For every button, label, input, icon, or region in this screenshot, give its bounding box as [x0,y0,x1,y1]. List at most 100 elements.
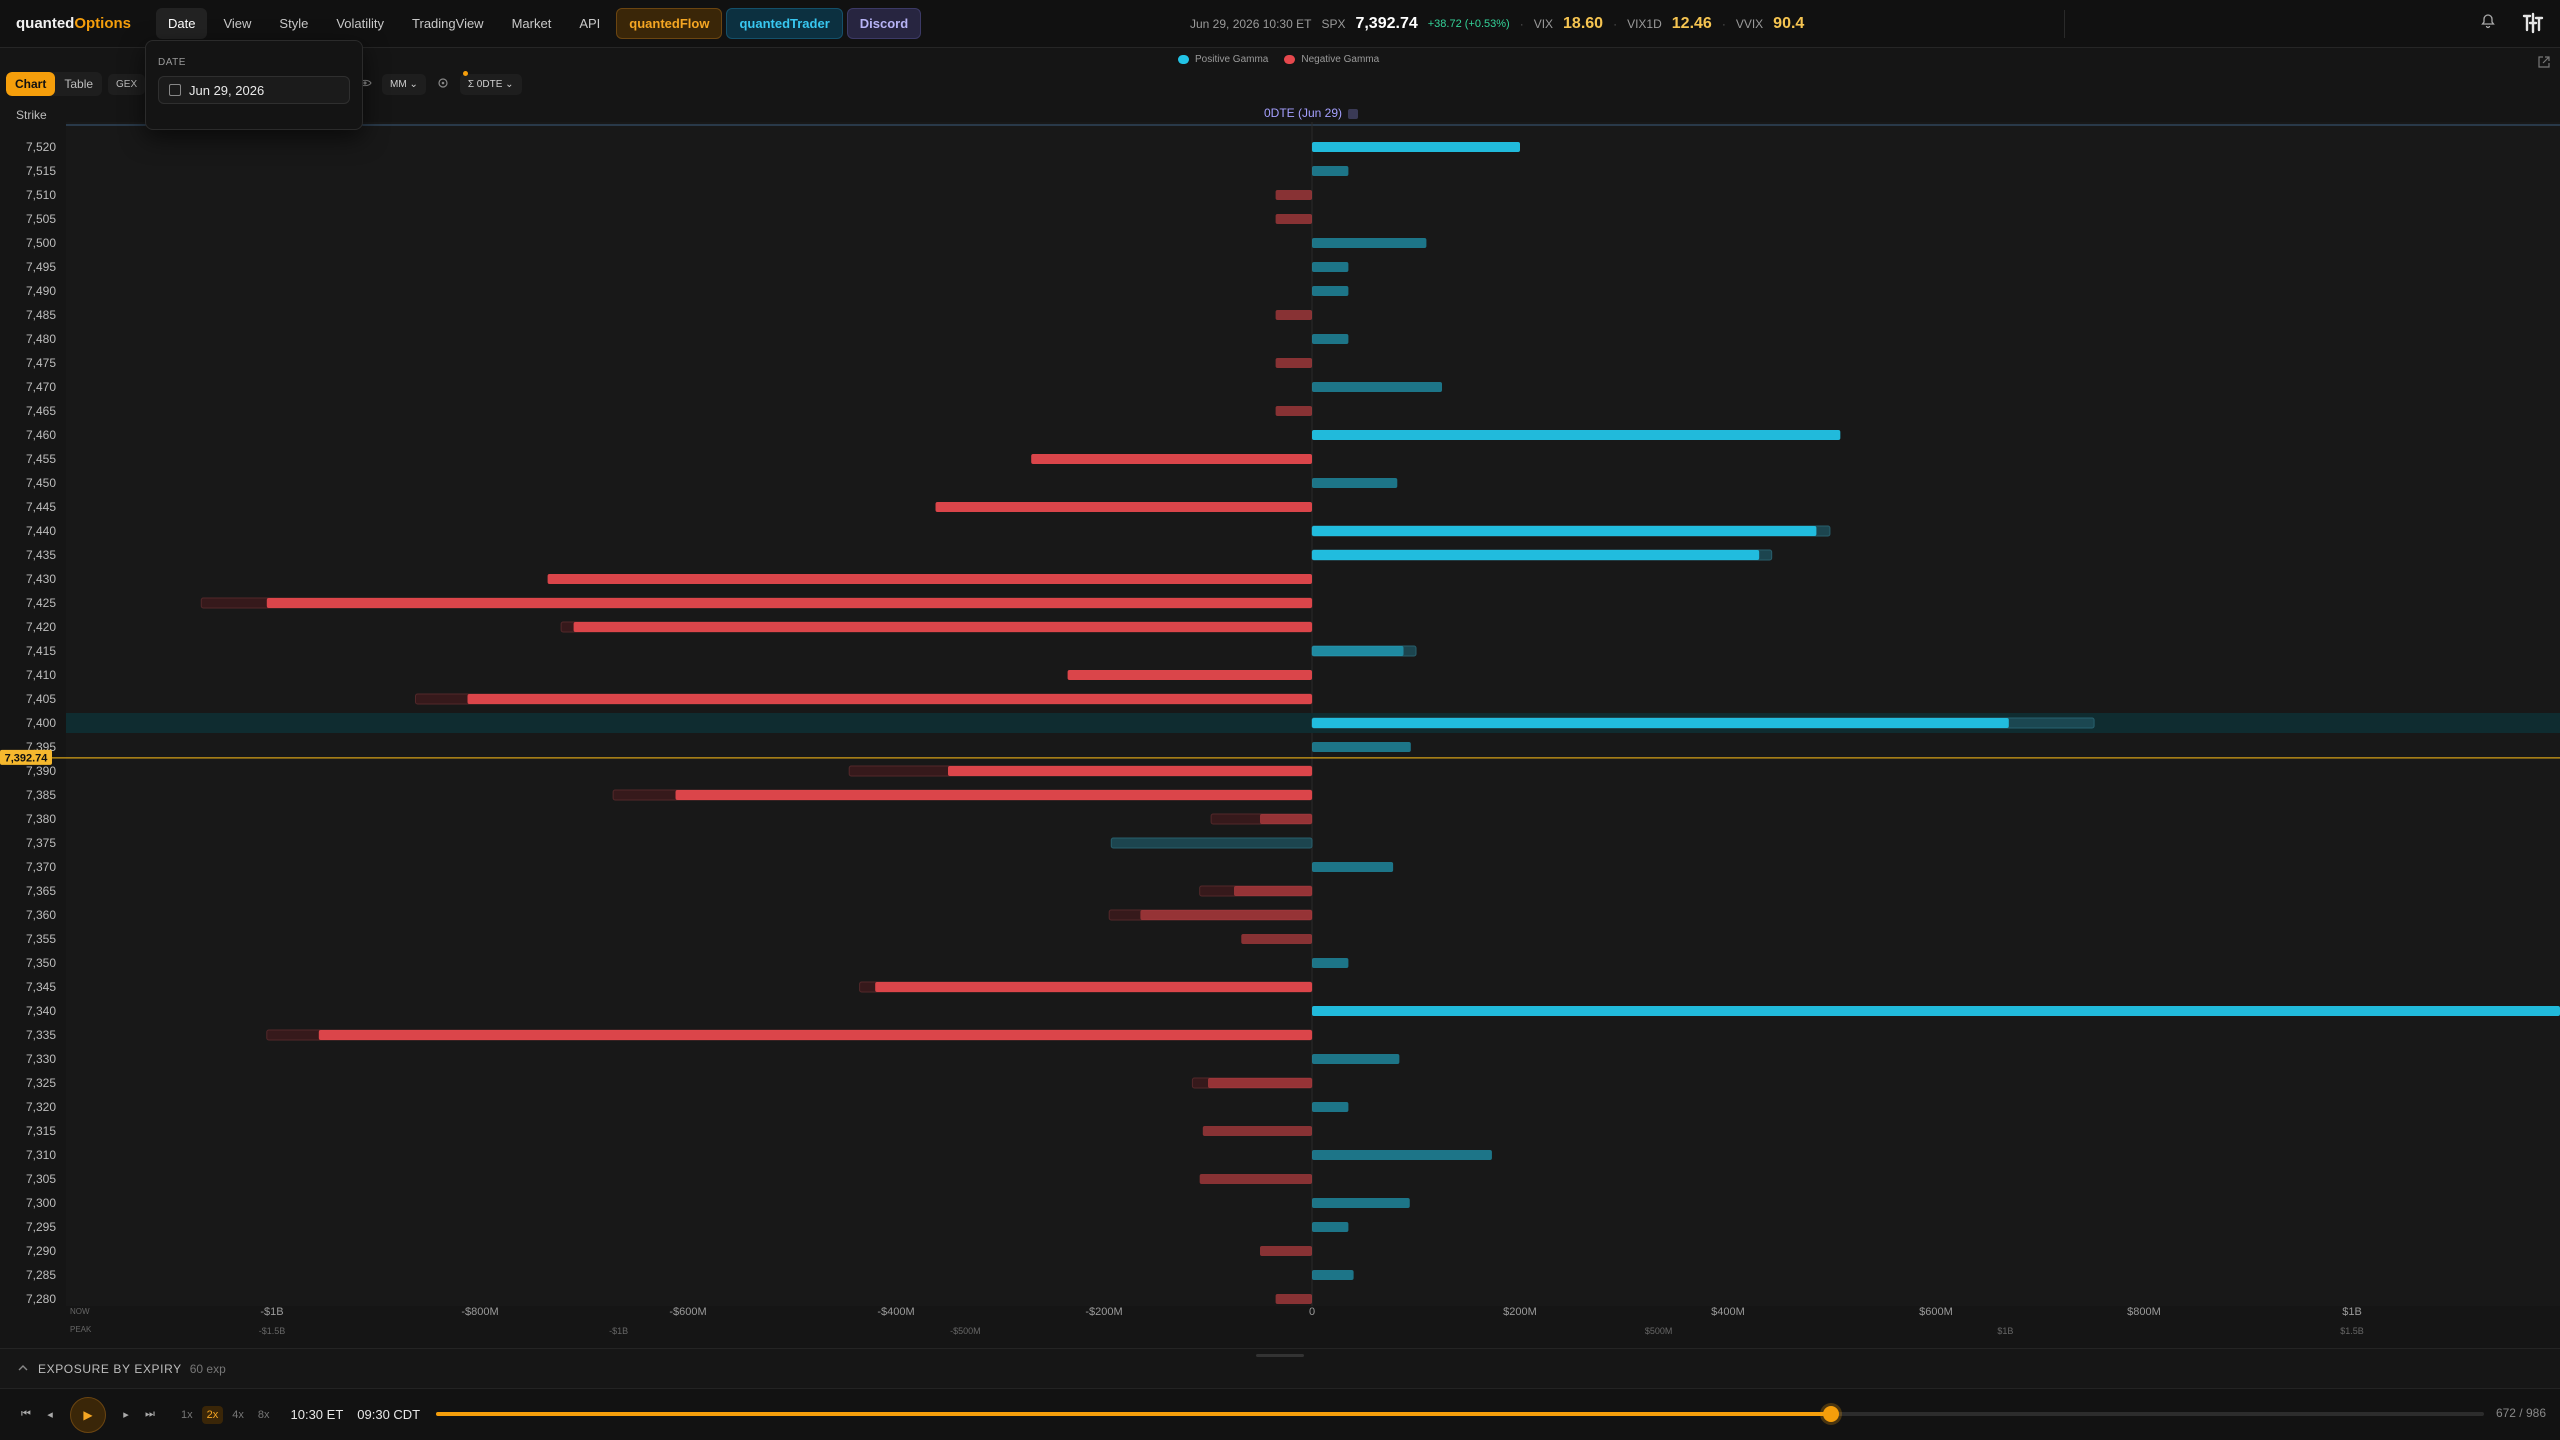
gamma-bar [1312,238,1427,248]
gamma-bar [1312,1054,1400,1064]
legend-negative-label: Negative Gamma [1301,54,1380,65]
popout-icon[interactable] [2538,56,2550,71]
gamma-bar [1312,478,1398,488]
strike-label: 7,420 [26,620,56,634]
strike-label: 7,365 [26,884,56,898]
date-popover: DATE Jun 29, 2026 [145,40,363,130]
gamma-bar [1312,742,1411,752]
gamma-bar [1312,862,1394,872]
strike-label: 7,290 [26,1244,56,1258]
close-icon[interactable] [1348,108,1359,119]
strike-label: 7,515 [26,164,56,178]
strike-label: 7,280 [26,1292,56,1306]
strike-label: 7,360 [26,908,56,922]
separator-dot: · [1613,17,1618,31]
gamma-bar [875,982,1312,992]
chart-toolbar: Chart Table GEX [6,72,146,96]
date-label: DATE [158,57,186,68]
step-forward-icon[interactable]: ▸ [114,1408,138,1421]
gamma-bar [1312,334,1349,344]
settings-icon[interactable] [434,77,452,92]
gamma-bar [1275,310,1312,320]
mm-dropdown[interactable]: MM ⌄ [382,73,426,95]
gamma-bar [1312,958,1349,968]
play-button[interactable]: ▶ [70,1396,106,1433]
x-tick-label: -$1B [260,1306,284,1318]
strike-label: 7,330 [26,1052,56,1066]
strike-label: 7,490 [26,284,56,298]
header-divider [2064,10,2065,38]
speed-8x[interactable]: 8x [253,1406,275,1424]
bell-icon[interactable] [2478,13,2498,33]
dte-dropdown[interactable]: Σ 0DTE ⌄ [459,73,522,95]
dte-label: Σ 0DTE [467,78,503,90]
date-input[interactable]: Jun 29, 2026 [158,76,350,104]
menu-market[interactable]: Market [500,8,564,39]
gex-chip[interactable]: GEX [108,73,146,95]
legend-positive[interactable]: Positive Gamma [1178,54,1268,65]
menu-view[interactable]: View [211,8,263,39]
spx-value: 7,392.74 [1355,15,1418,32]
menu-api[interactable]: API [567,8,612,39]
gamma-bar [1312,646,1404,656]
vix1d-value: 12.46 [1671,15,1712,32]
table-tab[interactable]: Table [55,72,102,96]
quantedflow-button[interactable]: quantedFlow [616,8,723,39]
step-back-icon[interactable]: ◂ [38,1408,62,1421]
speed-2x[interactable]: 2x [201,1405,224,1424]
strike-label: 7,495 [26,260,56,274]
peak-tick-label: $500M [1644,1326,1673,1336]
legend-negative[interactable]: Negative Gamma [1284,54,1379,65]
strike-label: 7,335 [26,1028,56,1042]
time-cdt: 09:30 CDT [357,1407,421,1422]
menu-style[interactable]: Style [267,8,320,39]
gamma-bar [318,1030,1312,1040]
quantedtrader-button[interactable]: quantedTrader [726,8,843,39]
menu-volatility[interactable]: Volatility [324,8,396,39]
peak-bar [1110,837,1313,849]
strike-label: 7,465 [26,404,56,418]
gamma-bar [1312,1222,1349,1232]
vvix-value: 90.4 [1773,15,1805,32]
gamma-exposure-chart: 7,520 7,515 7,510 7,505 7,500 7,495 7,490 7,485… [0,122,2560,1306]
vix1d-label: VIX1D [1627,17,1662,31]
timeline-thumb[interactable] [1822,1406,1839,1422]
main-menu: Date View Style Volatility TradingView M… [156,8,922,39]
x-tick-label: $800M [2127,1306,2161,1318]
logo-prefix: quanted [16,15,75,32]
date-value: Jun 29, 2026 [189,82,265,98]
speed-1x[interactable]: 1x [176,1406,198,1424]
speed-4x[interactable]: 4x [227,1406,249,1424]
gamma-bar [1234,886,1312,896]
brand-mark-icon[interactable] [2520,10,2546,36]
expiry-tag[interactable]: 0DTE (Jun 29) [1264,106,1359,120]
resize-handle[interactable] [1256,1354,1304,1357]
gamma-bar [1312,430,1841,440]
gamma-bar [1312,286,1349,296]
market-quotes: Jun 29, 2026 10:30 ET SPX 7,392.74 +38.7… [1190,0,1804,48]
timeline-slider[interactable] [436,1406,2484,1422]
x-tick-label: $600M [1919,1306,1953,1318]
header-icons [2478,10,2546,36]
menu-tradingview[interactable]: TradingView [400,8,496,39]
x-tick-label: -$200M [1085,1306,1123,1318]
positive-swatch [1178,54,1189,64]
skip-start-icon[interactable]: ⏮ [14,1408,38,1421]
x-axis: NOW PEAK -$1B -$800M -$600M -$400M -$200M 0 $2… [0,1306,2560,1346]
chart-tab[interactable]: Chart [6,72,56,96]
chart-legend: Positive Gamma Negative Gamma [1178,54,1379,65]
discord-button[interactable]: Discord [846,8,922,39]
skip-end-icon[interactable]: ⏭ [138,1408,162,1421]
vvix-label: VVIX [1735,17,1764,31]
gamma-bar [547,574,1312,584]
menu-date[interactable]: Date [156,8,208,39]
speed-selector: 1x 2x 4x 8x [176,1405,275,1424]
gamma-bar [1260,1246,1312,1256]
gamma-bar [1312,262,1349,272]
peak-tick-label: -$1.5B [258,1326,286,1336]
gamma-bar [1275,358,1312,368]
logo-suffix: Options [74,15,132,32]
strike-label: 7,305 [26,1172,56,1186]
logo[interactable]: quantedOptions [16,15,140,32]
gamma-bar [1275,1294,1312,1304]
